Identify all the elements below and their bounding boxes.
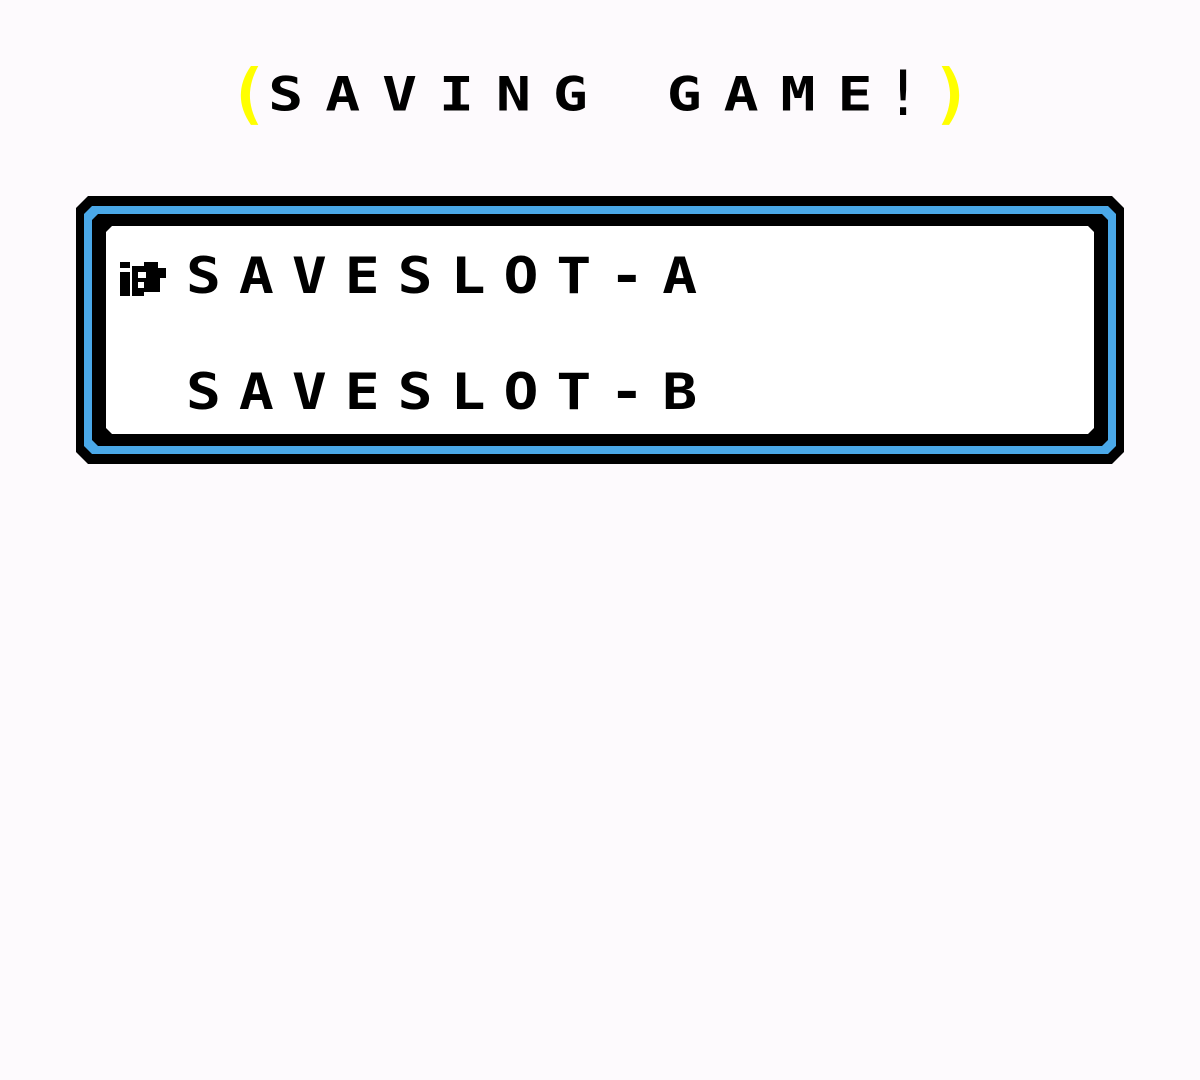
- hand-pointer-icon: [120, 262, 166, 296]
- save-slot-menu: [76, 196, 1124, 464]
- save-game-screen: (SAVING GAME!) SAVESLOT-A SAVESLOT-B: [0, 0, 1200, 1080]
- saveslot-b-label: SAVESLOT-B: [186, 362, 716, 422]
- title-text: SAVING GAME: [268, 66, 895, 122]
- screen-title: (SAVING GAME!): [0, 56, 1200, 132]
- saveslot-a-label: SAVESLOT-A: [186, 246, 716, 306]
- title-left-bracket: (: [228, 55, 269, 132]
- title-right-bracket: ): [931, 55, 972, 132]
